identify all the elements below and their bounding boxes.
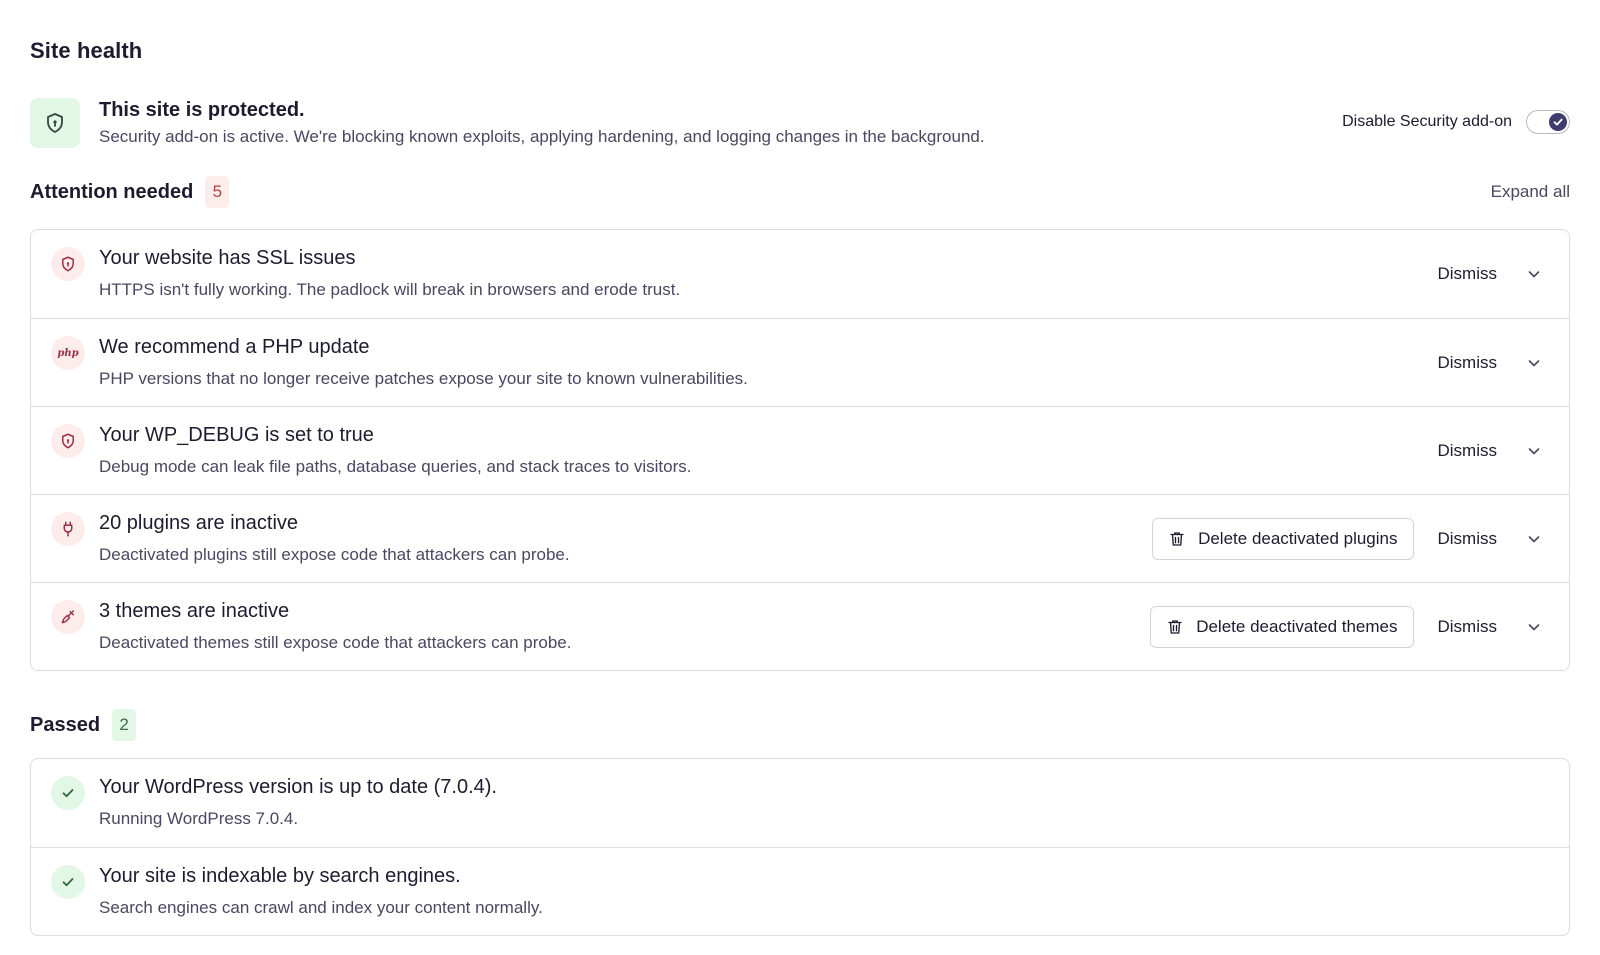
shield-icon [51, 247, 85, 281]
list-item-ssl[interactable]: Your website has SSL issues HTTPS isn't … [31, 230, 1569, 318]
item-description: Running WordPress 7.0.4. [99, 809, 299, 828]
list-item-wp-debug[interactable]: Your WP_DEBUG is set to true Debug mode … [31, 406, 1569, 494]
attention-count-badge: 5 [205, 176, 230, 208]
dismiss-button[interactable]: Dismiss [1424, 441, 1512, 461]
banner-title: This site is protected. [99, 99, 305, 121]
protection-banner: This site is protected. Security add-on … [30, 98, 1570, 150]
item-actions: Delete deactivated plugins Dismiss [1152, 495, 1549, 583]
check-icon [51, 865, 85, 899]
site-health-page: Site health This site is protected. Secu… [0, 0, 1600, 955]
item-description: HTTPS isn't fully working. The padlock w… [99, 280, 681, 299]
banner-description: Security add-on is active. We're blockin… [99, 127, 985, 146]
attention-header: Attention needed 5 Expand all [30, 176, 1570, 208]
passed-list: Your WordPress version is up to date (7.… [30, 758, 1570, 936]
dismiss-button[interactable]: Dismiss [1424, 617, 1512, 637]
passed-header: Passed 2 [30, 709, 1570, 741]
attention-title: Attention needed [30, 180, 194, 203]
chevron-down-icon[interactable] [1519, 259, 1549, 289]
toggle-check-icon [1549, 113, 1567, 131]
list-item-themes[interactable]: 3 themes are inactive Deactivated themes… [31, 582, 1569, 670]
chevron-down-icon[interactable] [1519, 348, 1549, 378]
trash-icon [1170, 532, 1184, 546]
item-description: Deactivated themes still expose code tha… [99, 633, 572, 652]
expand-all-link[interactable]: Expand all [1491, 182, 1570, 202]
check-icon [51, 776, 85, 810]
delete-themes-label: Delete deactivated themes [1196, 617, 1398, 636]
item-actions: Dismiss [1424, 319, 1550, 407]
toggle-label: Disable Security add-on [1342, 113, 1512, 130]
dismiss-button[interactable]: Dismiss [1424, 353, 1512, 373]
item-title: Your WP_DEBUG is set to true [99, 424, 374, 446]
list-item-plugins[interactable]: 20 plugins are inactive Deactivated plug… [31, 494, 1569, 582]
list-item-wp-version[interactable]: Your WordPress version is up to date (7.… [31, 759, 1569, 847]
item-title: Your WordPress version is up to date (7.… [99, 776, 497, 798]
security-addon-toggle[interactable] [1526, 110, 1570, 134]
item-description: Debug mode can leak file paths, database… [99, 457, 692, 476]
chevron-down-icon[interactable] [1519, 524, 1549, 554]
delete-deactivated-themes-button[interactable]: Delete deactivated themes [1150, 606, 1414, 648]
list-item-php[interactable]: php We recommend a PHP update PHP versio… [31, 318, 1569, 406]
security-toggle-group: Disable Security add-on [1342, 110, 1570, 134]
plug-icon [51, 512, 85, 546]
chevron-down-icon[interactable] [1519, 436, 1549, 466]
item-description: Deactivated plugins still expose code th… [99, 545, 570, 564]
page-title: Site health [30, 38, 143, 63]
dismiss-button[interactable]: Dismiss [1424, 529, 1512, 549]
item-title: 3 themes are inactive [99, 600, 290, 622]
item-title: Your site is indexable by search engines… [99, 865, 461, 887]
item-description: Search engines can crawl and index your … [99, 898, 543, 917]
item-title: We recommend a PHP update [99, 336, 370, 358]
item-actions: Delete deactivated themes Dismiss [1150, 583, 1549, 670]
php-icon: php [51, 336, 85, 370]
item-actions: Dismiss [1424, 230, 1550, 318]
item-title: Your website has SSL issues [99, 247, 356, 269]
list-item-indexable[interactable]: Your site is indexable by search engines… [31, 847, 1569, 935]
passed-title: Passed [30, 713, 101, 736]
php-icon-text: php [57, 347, 79, 359]
delete-deactivated-plugins-button[interactable]: Delete deactivated plugins [1152, 518, 1414, 560]
dismiss-button[interactable]: Dismiss [1424, 264, 1512, 284]
shield-icon [51, 424, 85, 458]
trash-icon [1168, 620, 1182, 634]
delete-plugins-label: Delete deactivated plugins [1198, 529, 1398, 548]
attention-list: Your website has SSL issues HTTPS isn't … [30, 229, 1570, 671]
shield-icon [30, 98, 80, 148]
chevron-down-icon[interactable] [1519, 612, 1549, 642]
item-description: PHP versions that no longer receive patc… [99, 369, 748, 388]
passed-count-badge: 2 [112, 709, 137, 741]
brush-icon [51, 600, 85, 634]
item-actions: Dismiss [1424, 407, 1550, 495]
item-title: 20 plugins are inactive [99, 512, 299, 534]
